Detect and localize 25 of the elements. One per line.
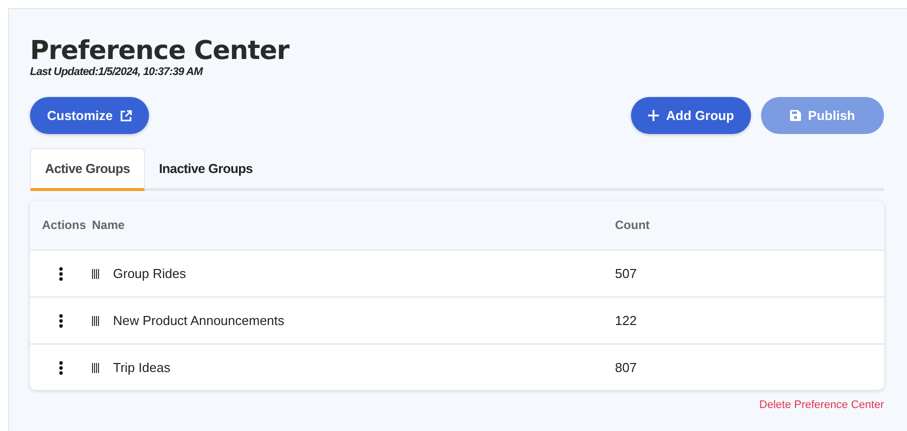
table-cell: Group Rides <box>113 266 186 281</box>
delete-link[interactable]: Delete Preference Center <box>759 399 884 411</box>
page-title: Preference Center <box>30 35 290 67</box>
save-icon <box>790 110 802 121</box>
tab[interactable]: Inactive Groups <box>144 148 267 191</box>
column-header: Count <box>615 218 651 232</box>
table-cell: Trip Ideas <box>113 360 170 375</box>
more-vertical-icon[interactable] <box>58 266 62 280</box>
column-header: Name <box>91 218 126 232</box>
external-link-icon <box>120 110 132 122</box>
column-header: Actions <box>40 218 87 232</box>
customize-button[interactable]: Customize <box>30 97 149 134</box>
more-vertical-icon[interactable] <box>58 360 62 374</box>
tab[interactable]: Active Groups <box>30 148 145 191</box>
add-group-button[interactable]: Add Group <box>631 97 752 134</box>
last-updated: Last Updated:1/5/2024, 10:37:39 AM <box>30 66 204 78</box>
drag-handle-icon[interactable] <box>92 362 99 372</box>
more-vertical-icon[interactable] <box>58 314 62 328</box>
table-cell-text: 807 <box>615 360 638 375</box>
drag-handle-icon[interactable] <box>92 316 99 326</box>
drag-handle-icon[interactable] <box>92 268 99 278</box>
table-cell-text: 122 <box>615 313 638 328</box>
plus-icon <box>648 110 660 121</box>
table-cell-text: 507 <box>615 266 638 281</box>
table-cell: New Product Announcements <box>113 313 284 328</box>
